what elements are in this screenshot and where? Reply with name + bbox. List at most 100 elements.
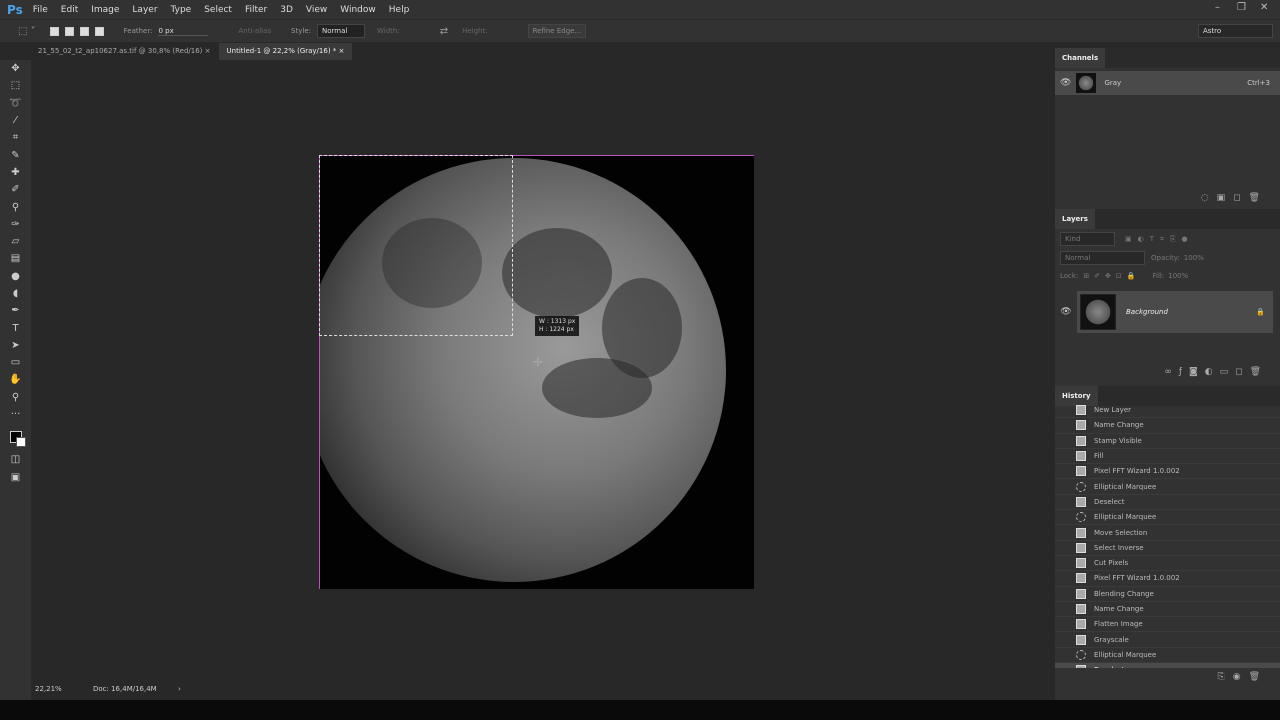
blur-tool-icon[interactable]: ● [0, 268, 31, 285]
subtract-selection-icon[interactable] [79, 26, 89, 36]
feather-input[interactable]: 0 px [158, 27, 209, 36]
history-item[interactable]: Flatten Image [1055, 617, 1280, 633]
menu-help[interactable]: Help [389, 5, 410, 15]
rect-marquee-tool-icon[interactable]: ⬚ [0, 77, 31, 94]
history-tab[interactable]: History [1055, 386, 1098, 406]
minimize-icon[interactable]: – [1215, 2, 1220, 13]
restore-icon[interactable]: ❐ [1237, 2, 1246, 13]
blend-mode-select[interactable]: Normal [1060, 251, 1145, 265]
tab-document-2[interactable]: Untitled-1 @ 22,2% (Gray/16) * × [218, 43, 353, 60]
history-item[interactable]: Deselect [1055, 495, 1280, 511]
history-item[interactable]: Elliptical Marquee [1055, 510, 1280, 526]
tab-close-icon[interactable]: × [205, 47, 211, 55]
visibility-eye-icon[interactable]: 👁 [1055, 307, 1077, 317]
tab-label: Untitled-1 @ 22,2% (Gray/16) * [226, 47, 337, 55]
visibility-eye-icon[interactable]: 👁 [1060, 78, 1071, 88]
history-item[interactable]: Deselect [1055, 663, 1280, 668]
clone-stamp-tool-icon[interactable]: ⚲ [0, 198, 31, 215]
add-selection-icon[interactable] [64, 26, 74, 36]
gradient-tool-icon[interactable]: ▤ [0, 250, 31, 267]
history-item[interactable]: Elliptical Marquee [1055, 479, 1280, 495]
brush-tool-icon[interactable]: ✐ [0, 181, 31, 198]
menu-image[interactable]: Image [91, 5, 119, 15]
intersect-selection-icon[interactable] [94, 26, 104, 36]
opacity-input[interactable]: 100% [1184, 254, 1204, 262]
status-bar: 22,21% Doc: 16,4M/16,4M › [31, 681, 1043, 696]
tab-document-1[interactable]: 21_55_02_t2_ap10627.as.tif @ 30,8% (Red/… [30, 43, 219, 60]
history-item[interactable]: Pixel FFT Wizard 1.0.002 [1055, 571, 1280, 587]
document-icon [1076, 588, 1086, 599]
color-swatches-icon[interactable] [0, 423, 31, 451]
menu-3d[interactable]: 3D [280, 5, 293, 15]
healing-brush-tool-icon[interactable]: ✚ [0, 164, 31, 181]
history-footer-icons[interactable]: ⎘◉🗑 [1055, 672, 1280, 682]
type-tool-icon[interactable]: T [0, 319, 31, 336]
elliptical-marquee-icon [1076, 649, 1086, 660]
history-brush-tool-icon[interactable]: ✑ [0, 216, 31, 233]
history-item[interactable]: Name Change [1055, 602, 1280, 618]
history-item[interactable]: Name Change [1055, 418, 1280, 434]
history-item[interactable]: Elliptical Marquee [1055, 648, 1280, 664]
fill-input[interactable]: 100% [1168, 272, 1188, 280]
layers-tab[interactable]: Layers [1055, 209, 1095, 229]
menu-view[interactable]: View [306, 5, 327, 15]
menu-select[interactable]: Select [204, 5, 232, 15]
style-select[interactable]: Normal [317, 24, 365, 38]
new-selection-icon[interactable] [49, 26, 59, 36]
filter-kind-select[interactable]: Kind [1060, 232, 1115, 246]
layer-background[interactable]: 👁 Background 🔒 [1055, 291, 1280, 333]
rect-marquee-preset-icon[interactable]: ⬚ ˅ [18, 26, 36, 37]
swap-icon[interactable]: ⇄ [440, 26, 448, 37]
refine-edge-button[interactable]: Refine Edge... [527, 24, 587, 38]
close-icon[interactable]: ✕ [1260, 2, 1268, 13]
channel-gray[interactable]: 👁 Gray Ctrl+3 [1055, 71, 1280, 95]
menu-filter[interactable]: Filter [245, 5, 267, 15]
layer-filter-row: Kind ▣◐T⌗⎘● [1055, 229, 1280, 249]
antialias-checkbox[interactable]: Anti-alias [238, 27, 271, 35]
filter-icons[interactable]: ▣◐T⌗⎘● [1125, 235, 1194, 244]
menu-type[interactable]: Type [171, 5, 192, 15]
eyedropper-tool-icon[interactable]: ✎ [0, 146, 31, 163]
menu-edit[interactable]: Edit [61, 5, 78, 15]
shape-tool-icon[interactable]: ▭ [0, 354, 31, 371]
history-item[interactable]: Cut Pixels [1055, 556, 1280, 572]
history-item[interactable]: Pixel FFT Wizard 1.0.002 [1055, 464, 1280, 480]
status-menu-arrow[interactable]: › [178, 685, 181, 693]
opacity-label: Opacity: [1151, 254, 1180, 262]
history-item[interactable]: Blending Change [1055, 587, 1280, 602]
lock-icons[interactable]: ⊞✐✥⊡🔒 [1083, 272, 1140, 280]
menu-file[interactable]: File [33, 5, 48, 15]
channels-tab[interactable]: Channels [1055, 48, 1106, 68]
eraser-tool-icon[interactable]: ▱ [0, 233, 31, 250]
width-label[interactable]: Width: [377, 27, 400, 35]
layer-name[interactable]: Background [1126, 308, 1256, 316]
move-tool-icon[interactable]: ✥ [0, 60, 31, 77]
history-item[interactable]: Select Inverse [1055, 541, 1280, 556]
layers-footer-icons[interactable]: ∞ƒ◙◐▭◻🗑 [1164, 367, 1268, 377]
hand-tool-icon[interactable]: ✋ [0, 371, 31, 388]
pen-tool-icon[interactable]: ✒ [0, 302, 31, 319]
menu-layer[interactable]: Layer [132, 5, 157, 15]
crop-tool-icon[interactable]: ⌗ [0, 129, 31, 146]
workspace-select[interactable]: Astro [1198, 24, 1273, 38]
feather-label: Feather: [123, 27, 153, 35]
height-label[interactable]: Height: [462, 27, 488, 35]
history-item[interactable]: Fill [1055, 449, 1280, 465]
quick-mask-icon[interactable]: ◫ [0, 451, 31, 468]
screen-mode-icon[interactable]: ▣ [0, 469, 31, 486]
lasso-tool-icon[interactable]: ➰ [0, 95, 31, 112]
selection-size-tooltip: W : 1313 px H : 1224 px [535, 316, 580, 336]
dodge-tool-icon[interactable]: ◖ [0, 285, 31, 302]
menu-window[interactable]: Window [340, 5, 376, 15]
zoom-tool-icon[interactable]: ⚲ [0, 389, 31, 406]
history-item[interactable]: Grayscale [1055, 632, 1280, 648]
history-item[interactable]: Move Selection [1055, 525, 1280, 541]
magic-wand-tool-icon[interactable]: ⁄ [0, 112, 31, 129]
path-selection-tool-icon[interactable]: ➤ [0, 337, 31, 354]
zoom-level[interactable]: 22,21% [35, 685, 93, 693]
history-item[interactable]: Stamp Visible [1055, 434, 1280, 449]
more-tools-icon[interactable]: ··· [0, 406, 31, 423]
channels-footer-icons[interactable]: ◌▣◻🗑 [1201, 193, 1268, 203]
history-item-label: Name Change [1094, 605, 1144, 613]
tab-close-icon[interactable]: × [339, 47, 345, 55]
